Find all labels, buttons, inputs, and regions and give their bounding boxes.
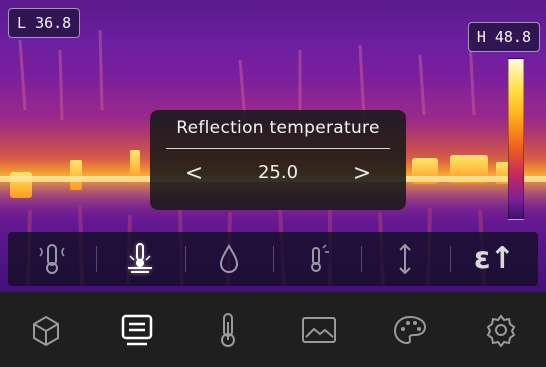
increase-value-button[interactable]: > [344,156,380,192]
max-temperature-prefix: H [476,28,486,46]
toolbar-temperature[interactable] [198,300,258,360]
max-temperature-readout: H 48.8 [467,22,540,52]
parameter-sub-menu: ε↑ [8,232,538,286]
min-temperature-value: 36.8 [35,14,72,32]
main-toolbar [0,292,546,367]
reflection-temperature-dialog: Reflection temperature < 25.0 > [150,110,406,210]
color-scale-bar [508,58,524,220]
max-temperature-value: 48.8 [494,28,531,46]
toolbar-measurement[interactable] [16,300,76,360]
toolbar-gallery[interactable] [289,300,349,360]
settings-gear-icon [486,313,515,347]
toolbar-parameters[interactable] [107,300,167,360]
dialog-divider [166,148,390,149]
emissivity-thermometer-icon [39,244,65,274]
dialog-title: Reflection temperature [176,118,380,138]
sub-item-emissivity[interactable]: ε↑ [449,232,538,286]
min-temperature-readout: L 36.8 [8,8,81,38]
sub-item-emissivity-thermometer[interactable] [8,232,96,286]
min-temperature-prefix: L [17,14,27,32]
emissivity-epsilon-icon: ε↑ [473,241,515,276]
image-gallery-icon [301,316,336,343]
ambient-temperature-icon [311,244,330,272]
thermometer-icon [220,312,235,347]
sub-item-distance[interactable] [361,232,449,286]
measurement-box-icon [32,315,59,346]
sub-item-atmosphere-humidity[interactable] [184,232,273,286]
thermal-camera-screen: L 36.8 H 48.8 Reflection temperature < 2… [0,0,546,367]
distance-icon [399,243,412,275]
toolbar-settings[interactable] [471,300,531,360]
toolbar-palette[interactable] [380,300,440,360]
atmosphere-humidity-icon [219,244,238,273]
reflection-temperature-icon [128,243,153,273]
color-palette-icon [393,315,426,344]
sub-item-ambient-temperature[interactable] [272,232,361,286]
parameters-display-icon [121,314,152,345]
sub-item-reflection-temperature[interactable] [96,232,184,286]
